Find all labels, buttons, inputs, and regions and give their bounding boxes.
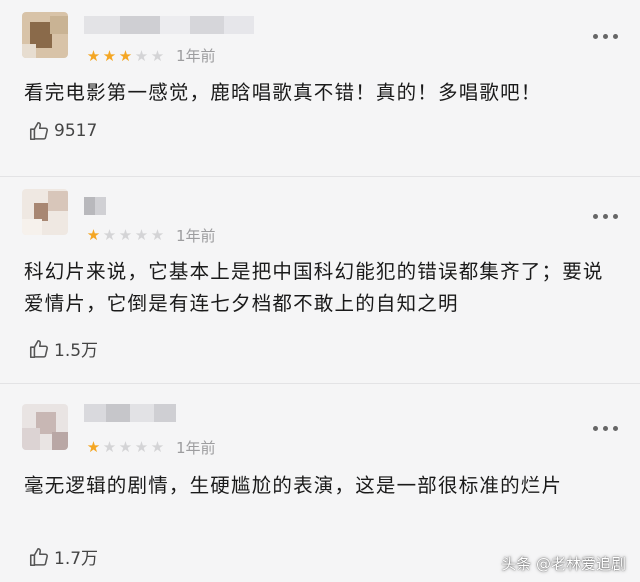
star-icon: ★ xyxy=(134,438,149,456)
username-blurred[interactable] xyxy=(84,197,106,215)
star-icon: ★ xyxy=(150,47,165,65)
star-icon: ★ xyxy=(102,47,117,65)
more-dots-icon xyxy=(593,426,598,431)
thumbs-up-icon xyxy=(29,339,48,358)
like-button[interactable]: 1.5万 xyxy=(28,336,98,361)
avatar[interactable] xyxy=(22,12,68,58)
review-card-1: ★ ★ ★ ★ ★ 1年前 看完电影第一感觉，鹿晗唱歌真不错！真的！多唱歌吧！ 9517 xyxy=(0,0,640,178)
more-options-button[interactable] xyxy=(593,34,618,39)
like-count: 1.7万 xyxy=(54,549,99,569)
review-time: 1年前 xyxy=(176,227,216,245)
like-count: 1.5万 xyxy=(54,341,99,361)
more-dots-icon xyxy=(593,34,598,39)
star-rating: ★ ★ ★ ★ ★ xyxy=(86,226,165,244)
thumbs-up-icon xyxy=(29,547,48,566)
star-icon: ★ xyxy=(118,47,133,65)
star-icon: ★ xyxy=(150,438,165,456)
star-icon: ★ xyxy=(134,226,149,244)
review-content: 科幻片来说，它基本上是把中国科幻能犯的错误都集齐了；要说爱情片，它倒是有连七夕档… xyxy=(24,260,604,315)
star-icon: ★ xyxy=(118,438,133,456)
star-icon: ★ xyxy=(102,438,117,456)
star-icon: ★ xyxy=(134,47,149,65)
review-time: 1年前 xyxy=(176,47,216,65)
watermark: 头条 @老林爱追剧 xyxy=(501,555,626,573)
more-options-button[interactable] xyxy=(593,214,618,219)
like-count: 9517 xyxy=(54,121,98,141)
username-blurred[interactable] xyxy=(84,16,254,34)
star-icon: ★ xyxy=(150,226,165,244)
like-button[interactable]: 1.7万 xyxy=(28,544,98,569)
star-icon: ★ xyxy=(86,438,101,456)
more-options-button[interactable] xyxy=(593,426,618,431)
review-time: 1年前 xyxy=(176,439,216,457)
review-card-2: ★ ★ ★ ★ ★ 1年前 科幻片来说，它基本上是把中国科幻能犯的错误都集齐了；要说爱情… xyxy=(0,177,640,384)
star-icon: ★ xyxy=(86,47,101,65)
star-icon: ★ xyxy=(86,226,101,244)
review-content: 毫无逻辑的剧情，生硬尴尬的表演，这是一部很标准的烂片 xyxy=(24,474,563,497)
star-icon: ★ xyxy=(102,226,117,244)
star-rating: ★ ★ ★ ★ ★ xyxy=(86,438,165,456)
thumbs-up-icon xyxy=(29,121,48,141)
username-blurred[interactable] xyxy=(84,404,176,422)
star-rating: ★ ★ ★ ★ ★ xyxy=(86,47,165,65)
avatar[interactable] xyxy=(22,404,68,450)
star-icon: ★ xyxy=(118,226,133,244)
review-content: 看完电影第一感觉，鹿晗唱歌真不错！真的！多唱歌吧！ xyxy=(24,81,542,104)
avatar[interactable] xyxy=(22,189,68,235)
more-dots-icon xyxy=(593,214,598,219)
like-button[interactable]: 9517 xyxy=(28,120,97,142)
